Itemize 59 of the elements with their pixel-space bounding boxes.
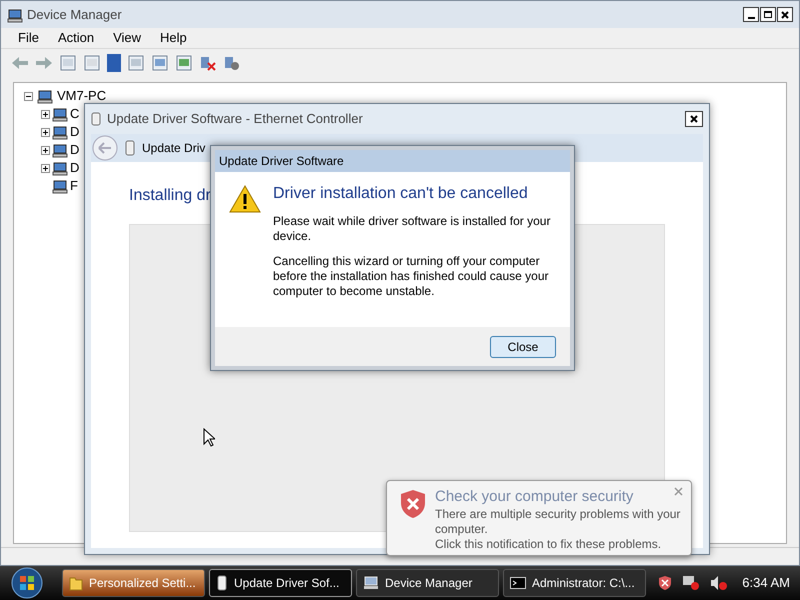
computer-icon bbox=[363, 575, 379, 591]
close-icon bbox=[781, 10, 789, 18]
taskbar-button[interactable]: Personalized Setti... bbox=[62, 569, 205, 597]
close-button[interactable] bbox=[685, 111, 703, 127]
menu-item[interactable]: Help bbox=[160, 28, 187, 48]
menu-item[interactable]: View bbox=[113, 28, 142, 48]
tree-item[interactable]: C bbox=[70, 104, 80, 124]
mouse-cursor-icon bbox=[203, 428, 215, 447]
menu-item[interactable]: File bbox=[18, 28, 39, 48]
window-title: Device Manager bbox=[27, 6, 122, 24]
folder-icon bbox=[69, 575, 83, 591]
device-icon bbox=[91, 112, 101, 126]
menu-item[interactable]: Action bbox=[58, 28, 94, 48]
minimize-button[interactable] bbox=[743, 7, 759, 22]
maximize-button[interactable] bbox=[760, 7, 776, 22]
expand-icon[interactable] bbox=[41, 128, 50, 136]
tree-item[interactable]: F bbox=[70, 176, 78, 196]
notification-text: Click this notification to fix these problems. bbox=[435, 537, 662, 552]
clock[interactable]: 6:34 AM bbox=[742, 573, 790, 593]
dialog-message: Cancelling this wizard or turning off your computer before the installation has finished could cause your computer to become unstable. bbox=[273, 254, 550, 299]
collapse-icon[interactable] bbox=[24, 92, 33, 100]
device-icon bbox=[216, 575, 228, 591]
close-button[interactable] bbox=[777, 7, 793, 22]
speaker-muted-icon[interactable] bbox=[710, 575, 728, 591]
wizard-heading: Installing dr bbox=[129, 187, 211, 204]
taskbar-button[interactable]: Administrator: C:\... bbox=[503, 569, 646, 597]
close-icon bbox=[690, 115, 698, 123]
device-icon bbox=[52, 106, 68, 122]
tree-item[interactable]: D bbox=[70, 122, 80, 142]
close-button[interactable]: Close bbox=[490, 336, 556, 358]
dialog-heading: Driver installation can't be cancelled bbox=[273, 184, 529, 204]
notification-text: There are multiple security problems with your computer. bbox=[435, 507, 682, 537]
device-icon bbox=[125, 140, 135, 156]
notification-balloon[interactable]: Check your computer security There are multiple security problems with your computer. Click this notification to fix these problems. bbox=[386, 480, 692, 556]
warning-icon bbox=[229, 184, 261, 214]
security-shield-icon bbox=[399, 489, 427, 519]
expand-icon[interactable] bbox=[41, 146, 50, 154]
expand-icon[interactable] bbox=[41, 164, 50, 172]
wizard-title: Update Driv bbox=[142, 140, 206, 157]
close-icon[interactable] bbox=[674, 487, 683, 496]
security-shield-icon[interactable] bbox=[658, 575, 672, 591]
dialog-title: Update Driver Software bbox=[219, 153, 344, 170]
taskbar-button[interactable]: Device Manager bbox=[356, 569, 499, 597]
window-title: Update Driver Software - Ethernet Controller bbox=[107, 110, 363, 128]
tree-item[interactable]: D bbox=[70, 158, 80, 178]
expand-icon[interactable] bbox=[41, 110, 50, 118]
console-icon bbox=[510, 577, 526, 589]
computer-icon bbox=[37, 88, 53, 104]
taskbar-button[interactable]: Update Driver Sof... bbox=[209, 569, 352, 597]
device-icon bbox=[52, 142, 68, 158]
device-icon bbox=[52, 160, 68, 176]
device-icon bbox=[52, 124, 68, 140]
notification-title: Check your computer security bbox=[435, 487, 634, 507]
tree-item[interactable]: D bbox=[70, 140, 80, 160]
dialog-message: Please wait while driver software is installed for your device. bbox=[273, 214, 552, 244]
device-icon bbox=[52, 178, 68, 194]
tree-item[interactable]: VM7-PC bbox=[57, 86, 106, 106]
network-error-icon[interactable] bbox=[682, 575, 700, 591]
computer-icon bbox=[7, 6, 23, 22]
